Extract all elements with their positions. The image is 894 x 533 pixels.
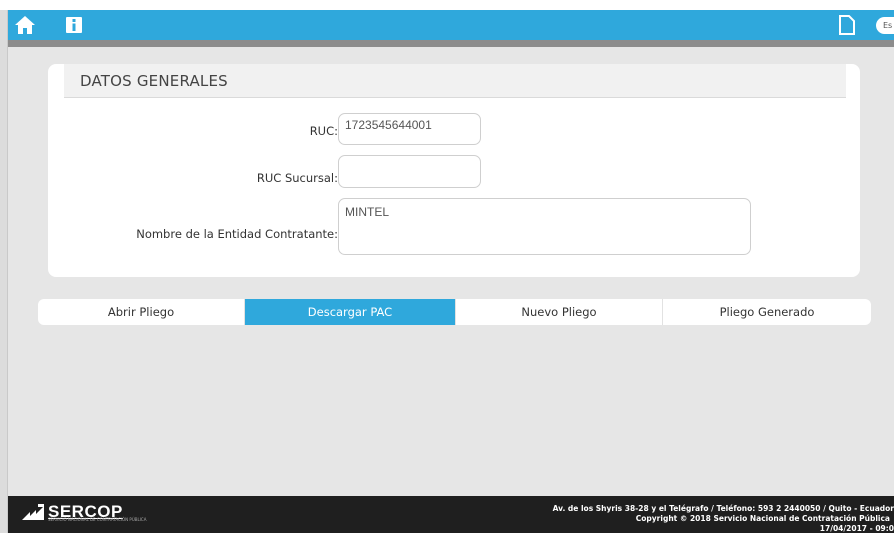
toolbar-shadow — [8, 40, 894, 47]
panel-title: DATOS GENERALES — [80, 72, 228, 90]
entidad-textarea[interactable]: MINTEL — [338, 198, 751, 255]
tab-descargar-pac[interactable]: Descargar PAC — [245, 299, 456, 325]
tab-pliego-generado[interactable]: Pliego Generado — [663, 299, 871, 325]
datos-generales-panel: DATOS GENERALES RUC: 1723545644001 RUC S… — [48, 64, 860, 277]
info-icon[interactable] — [66, 16, 82, 34]
ruc-sucursal-label: RUC Sucursal: — [256, 171, 338, 185]
sercop-logo-icon — [22, 504, 44, 520]
tab-nuevo-pliego[interactable]: Nuevo Pliego — [456, 299, 663, 325]
language-toggle[interactable]: Es — [876, 17, 894, 34]
home-icon[interactable] — [14, 14, 36, 36]
top-toolbar — [8, 10, 894, 40]
entidad-label: Nombre de la Entidad Contratante: — [136, 227, 338, 241]
top-strip — [0, 0, 894, 10]
ruc-input[interactable]: 1723545644001 — [338, 113, 481, 145]
logo-subtext: SERVICIO NACIONAL DE CONTRATACIÓN PÚBLIC… — [48, 517, 147, 522]
tab-abrir-pliego[interactable]: Abrir Pliego — [38, 299, 245, 325]
left-edge — [0, 10, 8, 533]
panel-header: DATOS GENERALES — [64, 64, 846, 98]
footer: SERCOP SERVICIO NACIONAL DE CONTRATACIÓN… — [8, 496, 894, 533]
footer-datetime: 17/04/2017 - 09:0 — [819, 524, 894, 533]
document-icon[interactable] — [838, 14, 856, 36]
ruc-label: RUC: — [309, 124, 338, 138]
action-tabs: Abrir Pliego Descargar PAC Nuevo Pliego … — [38, 299, 871, 325]
ruc-sucursal-input[interactable] — [338, 155, 481, 188]
footer-address: Av. de los Shyris 38-28 y el Telégrafo /… — [552, 504, 894, 513]
footer-copyright: Copyright © 2018 Servicio Nacional de Co… — [635, 514, 890, 523]
